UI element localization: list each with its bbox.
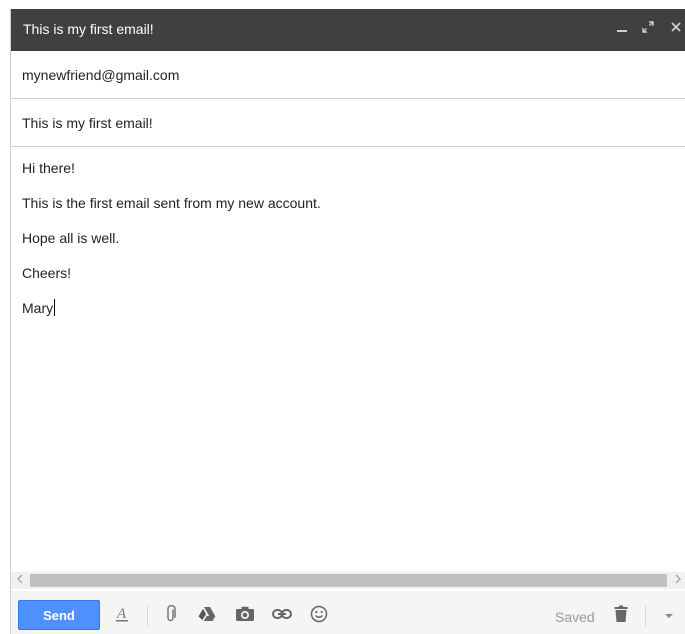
saved-status: Saved (555, 609, 595, 625)
photo-icon (235, 606, 255, 627)
link-icon (272, 607, 292, 625)
body-line: This is the first email sent from my new… (22, 195, 321, 211)
body-line: Hi there! (22, 160, 75, 176)
message-body[interactable]: Hi there! This is the first email sent f… (22, 159, 672, 564)
horizontal-scrollbar[interactable] (11, 572, 685, 589)
insert-photo-button[interactable] (233, 604, 257, 628)
minimize-button[interactable] (611, 17, 633, 41)
chevron-left-icon (16, 574, 24, 587)
body-line-with-caret: Mary (22, 299, 56, 317)
compose-toolbar: Send A Saved (11, 591, 685, 634)
insert-emoji-button[interactable] (307, 604, 331, 628)
close-button[interactable] (665, 17, 685, 41)
text-caret (54, 299, 56, 316)
more-options-icon (664, 607, 674, 625)
insert-link-button[interactable] (270, 604, 294, 628)
recipients-row (11, 51, 685, 99)
insert-from-drive-button[interactable] (195, 604, 219, 628)
drive-icon (198, 606, 216, 627)
minimize-icon (616, 20, 628, 38)
to-field[interactable] (22, 64, 662, 86)
signature-text: Mary (22, 300, 54, 316)
chevron-right-icon (674, 574, 682, 587)
scroll-left-button[interactable] (11, 572, 28, 589)
compose-title-bar[interactable]: This is my first email! (11, 9, 685, 51)
formatting-icon: A (114, 605, 130, 628)
maximize-button[interactable] (637, 17, 659, 41)
toolbar-divider (147, 606, 148, 626)
close-icon (670, 20, 682, 38)
compose-window: This is my first email! H (10, 9, 685, 634)
body-line: Cheers! (22, 265, 72, 281)
attach-files-button[interactable] (159, 604, 183, 628)
formatting-button[interactable]: A (110, 604, 134, 628)
subject-row (11, 99, 685, 147)
emoji-icon (310, 605, 328, 628)
toolbar-divider (645, 606, 646, 626)
discard-draft-button[interactable] (609, 604, 633, 628)
attach-icon (164, 604, 178, 628)
scroll-right-button[interactable] (669, 572, 685, 589)
trash-icon (614, 605, 628, 628)
body-line: Hope all is well. (22, 230, 120, 246)
more-options-button[interactable] (657, 604, 681, 628)
compose-title: This is my first email! (23, 21, 154, 37)
send-button[interactable]: Send (18, 600, 100, 630)
maximize-icon (642, 20, 654, 38)
svg-text:A: A (116, 606, 127, 622)
scrollbar-thumb[interactable] (30, 574, 667, 587)
subject-field[interactable] (22, 112, 662, 134)
